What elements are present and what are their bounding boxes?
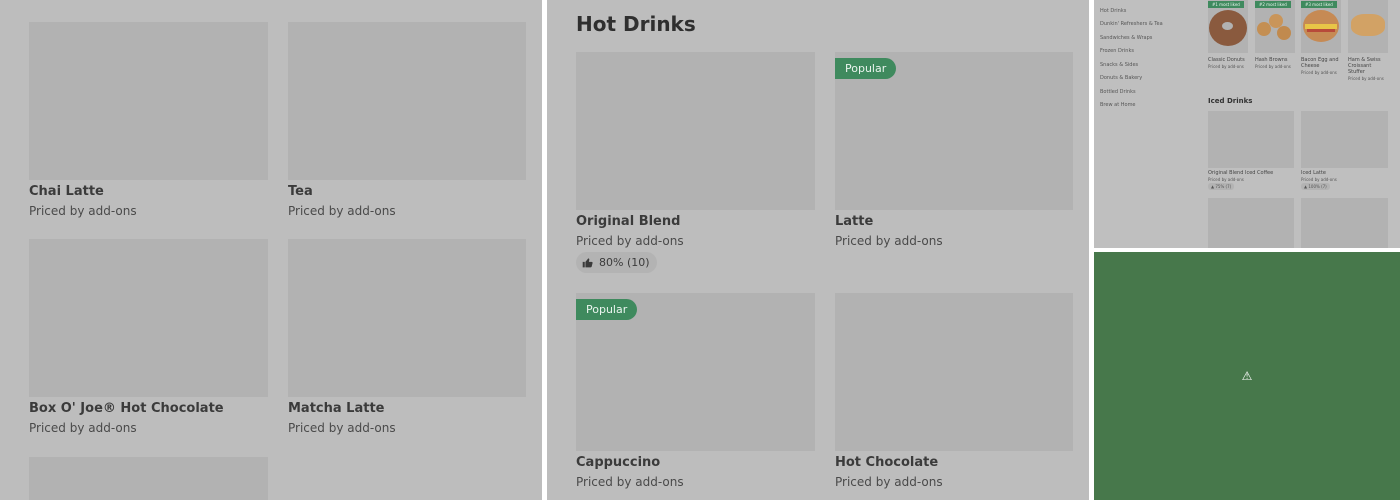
item-price: Priced by add-ons [1301, 177, 1337, 182]
item-price: Priced by add-ons [835, 234, 943, 248]
item-price: Priced by add-ons [1301, 70, 1337, 75]
item-price: Priced by add-ons [29, 421, 137, 435]
item-image-tea[interactable] [288, 22, 526, 180]
warning-icon: ⚠ [1241, 369, 1253, 383]
item-image-iced-coffee[interactable] [1208, 111, 1294, 168]
item-image-matcha-latte[interactable] [288, 239, 526, 397]
section-title: Iced Drinks [1208, 97, 1253, 105]
sidebar-item-brew-at-home[interactable]: Brew at Home [1100, 102, 1136, 108]
item-image-partial[interactable] [1208, 198, 1294, 248]
item-image-iced-latte[interactable] [1301, 111, 1388, 168]
item-price: Priced by add-ons [1255, 64, 1291, 69]
item-name[interactable]: Chai Latte [29, 184, 104, 199]
popular-badge: Popular [576, 299, 638, 320]
menu-overview-thumbnail: Hot Drinks Dunkin' Refreshers & Tea Sand… [1094, 0, 1400, 248]
item-name[interactable]: Hot Chocolate [835, 455, 938, 470]
sidebar-item-frozen-drinks[interactable]: Frozen Drinks [1100, 48, 1134, 54]
item-price: Priced by add-ons [835, 475, 943, 489]
item-image-original-blend[interactable] [576, 52, 815, 210]
rating-chip: ▲ 100% (7) [1301, 183, 1330, 190]
item-image-chai-latte[interactable] [29, 22, 268, 180]
item-image-croissant-stuffer[interactable] [1348, 0, 1388, 53]
rating-chip: ▲ 75% (7) [1208, 183, 1235, 190]
menu-panel-hot-drinks: Hot Drinks Original Blend Priced by add-… [547, 0, 1089, 500]
sidebar-item-donuts[interactable]: Donuts & Bakery [1100, 75, 1142, 81]
thumbs-up-icon [582, 258, 593, 268]
most-liked-badge: #1 most liked [1208, 1, 1244, 8]
item-name[interactable]: Original Blend Iced Coffee [1208, 170, 1273, 176]
item-price: Priced by add-ons [288, 204, 396, 218]
status-panel: ⚠ [1094, 252, 1400, 500]
section-title: Hot Drinks [576, 12, 696, 36]
item-name[interactable]: Iced Latte [1301, 170, 1326, 176]
rating-text: 100% (7) [1308, 184, 1327, 189]
sidebar-item-bottled-drinks[interactable]: Bottled Drinks [1100, 89, 1136, 95]
menu-panel-left: Chai Latte Priced by add-ons Tea Priced … [0, 0, 542, 500]
item-name[interactable]: Box O' Joe® Hot Chocolate [29, 401, 224, 416]
item-price: Priced by add-ons [576, 475, 684, 489]
item-name[interactable]: Original Blend [576, 214, 680, 229]
item-image-partial[interactable] [1301, 198, 1388, 248]
donut-hole [1222, 22, 1233, 30]
item-price: Priced by add-ons [1208, 64, 1244, 69]
item-name[interactable]: Latte [835, 214, 873, 229]
rating-chip: 80% (10) [576, 252, 657, 273]
bacon-layer [1307, 29, 1335, 32]
most-liked-badge: #3 most liked [1301, 1, 1337, 8]
item-name[interactable]: Tea [288, 184, 313, 199]
rating-text: 80% (10) [599, 256, 650, 269]
item-price: Priced by add-ons [576, 234, 684, 248]
hash-brown-shape [1277, 26, 1291, 40]
item-name[interactable]: Matcha Latte [288, 401, 384, 416]
popular-badge: Popular [835, 58, 897, 79]
sidebar-item-refreshers[interactable]: Dunkin' Refreshers & Tea [1100, 21, 1163, 27]
sidebar-item-hot-drinks[interactable]: Hot Drinks [1100, 8, 1126, 14]
item-name[interactable]: Bacon Egg and Cheese [1301, 57, 1343, 69]
item-image-hot-chocolate[interactable] [835, 293, 1073, 451]
item-price: Priced by add-ons [1208, 177, 1244, 182]
croissant-shape [1351, 14, 1385, 36]
item-price: Priced by add-ons [1348, 76, 1384, 81]
most-liked-badge: #2 most liked [1255, 1, 1291, 8]
item-name[interactable]: Hash Browns [1255, 57, 1297, 63]
item-price: Priced by add-ons [29, 204, 137, 218]
item-price: Priced by add-ons [288, 421, 396, 435]
item-image-hot-chocolate[interactable] [29, 239, 268, 397]
item-name[interactable]: Classic Donuts [1208, 57, 1250, 63]
rating-text: 75% (7) [1215, 184, 1232, 189]
item-name[interactable]: Ham & Swiss Croissant Stuffer [1348, 57, 1388, 75]
item-name[interactable]: Cappuccino [576, 455, 660, 470]
item-image-partial[interactable] [29, 457, 268, 500]
sidebar-item-sandwiches[interactable]: Sandwiches & Wraps [1100, 35, 1152, 41]
sidebar-item-snacks[interactable]: Snacks & Sides [1100, 62, 1138, 68]
